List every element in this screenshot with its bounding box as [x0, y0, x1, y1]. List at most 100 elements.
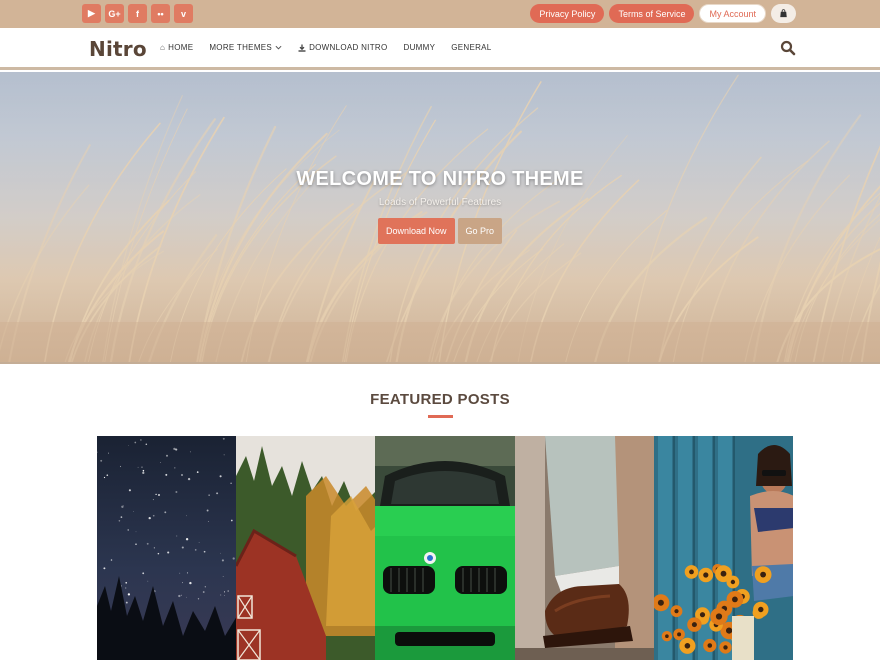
vimeo-icon[interactable]: v	[174, 4, 193, 23]
chevron-down-icon	[275, 45, 282, 50]
star	[173, 447, 176, 451]
star	[230, 519, 233, 522]
privacy-policy-link[interactable]: Privacy Policy	[530, 4, 605, 23]
star	[142, 471, 145, 475]
nav-item-more-themes[interactable]: MORE THEMES	[209, 43, 282, 52]
nav-menu: ⌂ HOME MORE THEMES DOWNLOAD NITRO DUMMY …	[160, 43, 492, 52]
star	[121, 505, 124, 508]
download-now-button[interactable]: Download Now	[377, 218, 455, 244]
star	[127, 593, 131, 596]
flower-center	[759, 571, 766, 578]
star	[110, 559, 113, 561]
star	[198, 542, 200, 543]
nav-item-label: HOME	[168, 43, 194, 52]
star	[196, 471, 199, 473]
star	[152, 514, 155, 517]
featured-post-green-car[interactable]	[375, 436, 515, 660]
star	[152, 499, 154, 501]
star	[232, 557, 235, 560]
star	[216, 492, 219, 495]
star	[165, 473, 168, 476]
terms-of-service-link[interactable]: Terms of Service	[609, 4, 695, 23]
flower-center	[691, 622, 697, 628]
flower-center	[730, 579, 735, 585]
star	[142, 469, 145, 472]
star	[157, 552, 160, 555]
featured-posts-heading: FEATURED POSTS	[370, 391, 510, 408]
star	[100, 459, 103, 462]
star	[185, 538, 189, 541]
facebook-icon[interactable]: f	[128, 4, 147, 23]
social-links: ▶ G+ f •• v	[82, 4, 193, 23]
flower-center	[725, 627, 732, 634]
star	[135, 543, 137, 546]
flower-center	[715, 613, 722, 620]
star	[181, 474, 183, 476]
post-thumbnail	[97, 436, 237, 660]
search-icon[interactable]	[780, 40, 796, 56]
star	[185, 596, 187, 598]
main-navigation: Nitro ⌂ HOME MORE THEMES DOWNLOAD NITRO …	[0, 30, 880, 70]
youtube-icon[interactable]: ▶	[82, 4, 101, 23]
star	[147, 580, 149, 582]
star	[146, 542, 149, 545]
star	[208, 494, 210, 496]
star	[167, 551, 170, 554]
post-thumbnail	[653, 436, 793, 660]
go-pro-button[interactable]: Go Pro	[457, 218, 503, 244]
star	[148, 516, 151, 520]
star	[122, 504, 124, 506]
flower-center	[688, 569, 694, 575]
star	[189, 581, 192, 585]
nav-item-label: MORE THEMES	[209, 43, 273, 52]
post-thumbnail	[514, 436, 654, 660]
featured-post-flowers-fence[interactable]	[653, 436, 793, 660]
star	[145, 443, 148, 445]
cart-button[interactable]	[771, 4, 796, 23]
flower-center	[720, 570, 727, 577]
star	[203, 550, 206, 553]
star	[223, 454, 225, 456]
star	[178, 594, 181, 598]
my-account-link[interactable]: My Account	[699, 4, 766, 23]
star	[187, 477, 191, 481]
star	[185, 515, 187, 517]
star	[189, 451, 191, 453]
flower-center	[757, 606, 764, 613]
star	[224, 591, 225, 593]
star	[160, 462, 162, 464]
star	[227, 590, 229, 592]
star	[220, 594, 222, 596]
heading-underline	[428, 415, 453, 418]
star	[224, 595, 226, 596]
post-thumbnail	[375, 436, 515, 660]
nav-item-dummy[interactable]: DUMMY	[404, 43, 436, 52]
star	[128, 489, 131, 492]
site-logo[interactable]: Nitro	[89, 37, 147, 61]
star	[137, 466, 139, 468]
nav-item-home[interactable]: ⌂ HOME	[160, 43, 193, 52]
nav-item-label: DUMMY	[403, 43, 436, 52]
star	[176, 535, 178, 537]
star	[125, 581, 128, 584]
featured-post-leather-shoe[interactable]	[514, 436, 654, 660]
star	[125, 601, 128, 604]
star	[180, 594, 182, 596]
star	[133, 511, 134, 512]
google-plus-icon[interactable]: G+	[105, 4, 124, 23]
featured-post-starry-night[interactable]	[97, 436, 237, 660]
star	[108, 452, 109, 454]
star	[181, 582, 183, 584]
nav-item-label: GENERAL	[451, 43, 492, 52]
star	[119, 465, 122, 468]
star	[155, 493, 157, 496]
shopping-bag-icon	[780, 9, 787, 18]
featured-post-red-barn[interactable]	[236, 436, 376, 660]
nav-item-general[interactable]: GENERAL	[451, 43, 491, 52]
flower-center	[731, 596, 738, 603]
flickr-icon[interactable]: ••	[151, 4, 170, 23]
star	[166, 454, 168, 457]
nav-item-download-nitro[interactable]: DOWNLOAD NITRO	[298, 43, 387, 52]
flower-center	[657, 599, 664, 606]
star	[134, 441, 137, 444]
